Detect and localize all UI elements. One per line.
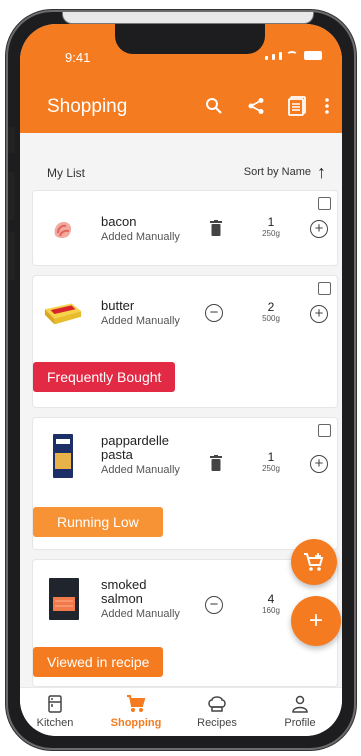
quantity-unit: 250g xyxy=(262,464,280,473)
quantity-unit: 250g xyxy=(262,229,280,238)
trash-icon[interactable] xyxy=(205,217,227,239)
salmon-thumbnail xyxy=(47,576,81,622)
list-title: My List xyxy=(47,166,86,180)
person-icon xyxy=(265,694,335,714)
kitchen-icon xyxy=(20,694,90,714)
share-icon[interactable] xyxy=(245,95,267,117)
plus-circle-icon[interactable]: + xyxy=(310,305,328,323)
status-badge: Frequently Bought xyxy=(33,362,176,392)
item-name: bacon xyxy=(101,214,137,229)
minus-circle-icon[interactable]: − xyxy=(205,304,223,322)
signal-bar xyxy=(272,54,275,60)
quantity: 1 250g xyxy=(251,216,291,239)
item-subtitle: Added Manually xyxy=(101,464,180,476)
notch xyxy=(115,24,265,54)
arrow-up-icon[interactable]: ↑ xyxy=(317,163,326,181)
add-to-cart-fab[interactable] xyxy=(291,539,337,585)
item-subtitle: Added Manually xyxy=(101,315,180,327)
nav-recipes[interactable]: Recipes xyxy=(182,694,252,729)
plus-icon: + xyxy=(308,607,323,634)
pasta-thumbnail xyxy=(49,432,77,480)
trash-icon[interactable] xyxy=(205,452,227,474)
status-icons xyxy=(265,51,322,60)
quantity: 1 250g xyxy=(251,451,291,474)
app-bar: 9:41 Shopping xyxy=(20,24,342,133)
list-view-icon[interactable] xyxy=(286,95,308,117)
volume-up-button xyxy=(8,172,15,220)
nav-shopping[interactable]: Shopping xyxy=(101,694,171,729)
status-badge: Running Low xyxy=(33,507,163,537)
increment-button[interactable]: + xyxy=(308,303,330,325)
quantity: 2 500g xyxy=(251,301,291,324)
plus-circle-icon[interactable]: + xyxy=(310,220,328,238)
item-checkbox[interactable] xyxy=(318,282,331,295)
quantity-value: 1 xyxy=(267,450,275,464)
app-screen: 9:41 Shopping My List Sort by Name ↑ bac… xyxy=(20,24,342,736)
nav-label: Profile xyxy=(284,717,316,729)
status-badge: Viewed in recipe xyxy=(33,647,164,677)
quantity-value: 4 xyxy=(267,592,275,606)
item-checkbox[interactable] xyxy=(318,197,331,210)
minus-circle-icon[interactable]: − xyxy=(205,596,223,614)
more-options-icon[interactable] xyxy=(320,95,334,117)
plus-circle-icon[interactable]: + xyxy=(310,455,328,473)
list-item[interactable]: bacon Added Manually 1 250g + xyxy=(32,190,338,266)
nav-label: Shopping xyxy=(110,717,162,729)
item-subtitle: Added Manually xyxy=(101,608,180,620)
nav-label: Kitchen xyxy=(36,717,74,729)
page-title: Shopping xyxy=(47,96,128,117)
item-name: butter xyxy=(101,298,135,313)
nav-label: Recipes xyxy=(197,717,237,729)
side-button xyxy=(8,127,15,153)
quantity-unit: 160g xyxy=(262,606,280,615)
decrement-button[interactable]: − xyxy=(203,594,225,616)
butter-thumbnail xyxy=(43,293,83,333)
nav-profile[interactable]: Profile xyxy=(265,694,335,729)
item-checkbox[interactable] xyxy=(318,424,331,437)
increment-button[interactable]: + xyxy=(308,453,330,475)
signal-bar xyxy=(279,52,282,60)
chef-hat-icon xyxy=(182,694,252,714)
decrement-button[interactable]: − xyxy=(203,302,225,324)
bacon-thumbnail xyxy=(49,209,77,249)
phone-top-edge xyxy=(62,12,314,24)
increment-button[interactable]: + xyxy=(308,218,330,240)
battery-icon xyxy=(304,51,322,60)
wifi-icon xyxy=(286,51,298,60)
list-item[interactable]: pappardelle pasta Added Manually 1 250g … xyxy=(32,417,338,550)
quantity-unit: 500g xyxy=(262,314,280,323)
item-name: pappardelle pasta xyxy=(101,433,169,462)
item-name: smoked salmon xyxy=(101,577,147,606)
cart-icon xyxy=(101,694,171,714)
signal-icon xyxy=(265,56,268,60)
search-icon[interactable] xyxy=(203,95,225,117)
sort-label: Sort by Name xyxy=(243,166,311,178)
quantity-value: 1 xyxy=(267,215,275,229)
add-item-fab[interactable]: + xyxy=(291,596,341,646)
quantity-value: 2 xyxy=(267,300,275,314)
status-time: 9:41 xyxy=(65,50,91,65)
bottom-nav: Kitchen Shopping Recipes Profile xyxy=(20,687,342,736)
quantity: 4 160g xyxy=(251,593,291,616)
sort-control[interactable]: Sort by Name ↑ xyxy=(243,163,326,181)
list-item[interactable]: butter Added Manually − 2 500g + Frequen… xyxy=(32,275,338,408)
item-subtitle: Added Manually xyxy=(101,231,180,243)
volume-down-button xyxy=(8,232,15,280)
cart-plus-icon xyxy=(304,553,324,571)
nav-kitchen[interactable]: Kitchen xyxy=(20,694,90,729)
phone-frame: 9:41 Shopping My List Sort by Name ↑ bac… xyxy=(6,10,356,750)
